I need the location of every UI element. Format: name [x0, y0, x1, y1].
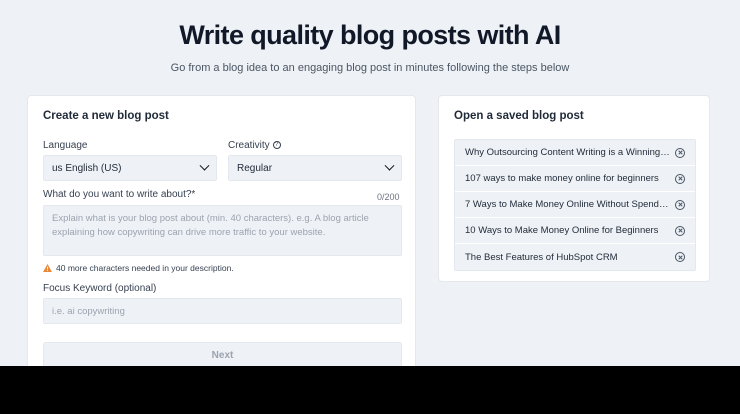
page-subtitle: Go from a blog idea to an engaging blog … [170, 62, 570, 74]
language-value: us English (US) [52, 162, 122, 174]
saved-posts-card: Open a saved blog post Why Outsourcing C… [438, 95, 710, 282]
new-post-title: Create a new blog post [43, 110, 169, 122]
creativity-value: Regular [237, 162, 273, 174]
saved-posts-title: Open a saved blog post [454, 110, 584, 122]
remove-icon[interactable] [675, 147, 685, 158]
language-select[interactable]: us English (US) [43, 155, 217, 181]
warning-icon [43, 264, 52, 272]
remove-icon[interactable] [675, 199, 685, 210]
saved-post-item[interactable]: The Best Features of HubSpot CRM [455, 244, 695, 270]
remove-icon[interactable] [675, 173, 685, 184]
chevron-down-icon [384, 160, 395, 171]
new-post-card: Create a new blog post Language us Engli… [27, 95, 416, 385]
saved-posts-list: Why Outsourcing Content Writing is a Win… [454, 139, 696, 271]
saved-post-title: 107 ways to make money online for beginn… [465, 173, 659, 184]
keyword-input[interactable]: i.e. ai copywriting [43, 298, 402, 324]
saved-post-item[interactable]: 10 Ways to Make Money Online for Beginne… [455, 218, 695, 244]
saved-post-item[interactable]: 107 ways to make money online for beginn… [455, 166, 695, 192]
language-label: Language [43, 140, 88, 151]
page-title: Write quality blog posts with AI [179, 20, 561, 50]
topic-textarea[interactable]: Explain what is your blog post about (mi… [43, 205, 402, 256]
topic-label: What do you want to write about?* [43, 189, 196, 200]
topic-char-counter: 0/200 [377, 192, 400, 202]
saved-post-title: 7 Ways to Make Money Online Without Spen… [465, 199, 670, 210]
creativity-select[interactable]: Regular [228, 155, 402, 181]
remove-icon[interactable] [675, 225, 685, 236]
creativity-label: Creativity? [228, 140, 281, 151]
saved-post-title: The Best Features of HubSpot CRM [465, 251, 618, 263]
topic-warning: 40 more characters needed in your descri… [43, 263, 234, 273]
next-button[interactable]: Next [43, 342, 402, 369]
saved-post-item[interactable]: 7 Ways to Make Money Online Without Spen… [455, 192, 695, 218]
saved-post-title: Why Outsourcing Content Writing is a Win… [465, 147, 670, 158]
saved-post-item[interactable]: Why Outsourcing Content Writing is a Win… [455, 140, 695, 166]
help-icon[interactable]: ? [272, 141, 281, 150]
keyword-label: Focus Keyword (optional) [43, 283, 157, 294]
letterbox-bar [0, 366, 740, 414]
remove-icon[interactable] [675, 252, 685, 262]
chevron-down-icon [199, 160, 210, 171]
warning-text: 40 more characters needed in your descri… [56, 263, 234, 273]
saved-post-title: 10 Ways to Make Money Online for Beginne… [465, 225, 659, 236]
creativity-label-text: Creativity [228, 140, 270, 151]
